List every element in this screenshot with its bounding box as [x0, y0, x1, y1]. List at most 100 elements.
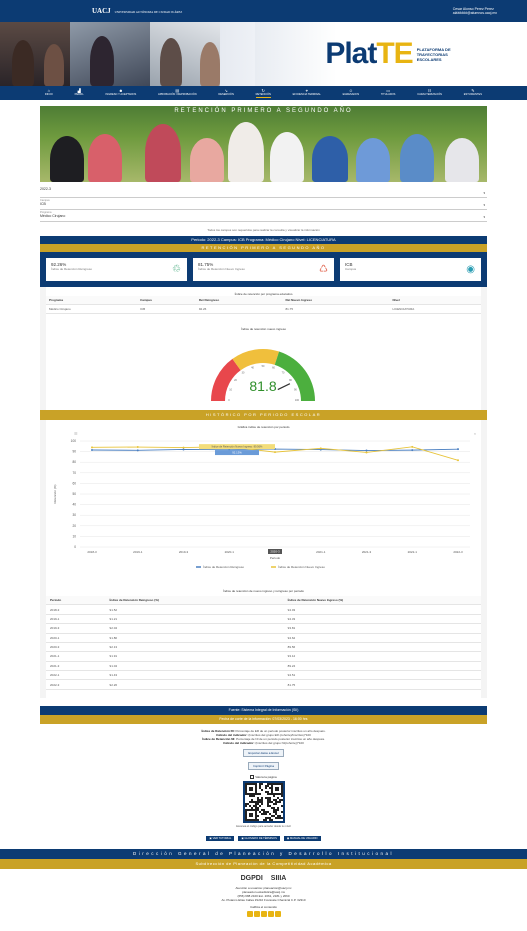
star-icon[interactable]: [274, 910, 281, 917]
qr-module: [266, 802, 269, 805]
star-icon[interactable]: [260, 910, 267, 917]
column-header[interactable]: Nivel: [389, 296, 481, 305]
star-icon[interactable]: [246, 910, 253, 917]
qr-code: [242, 780, 285, 823]
qr-module: [254, 790, 257, 793]
data-point[interactable]: [457, 459, 459, 462]
nav-item[interactable]: ☷ CARACTERIZACIÓN: [417, 89, 442, 97]
nav-item[interactable]: ⌂ INICIO: [45, 89, 53, 97]
data-point[interactable]: [411, 445, 414, 448]
user-info[interactable]: Cesar Alonso Perez Perez al######@alumno…: [453, 7, 497, 15]
qr-module: [254, 812, 257, 815]
legend-label[interactable]: Índice de Retención Nuevo Ingreso: [278, 565, 325, 569]
qr-module: [264, 810, 267, 813]
data-point[interactable]: [457, 448, 459, 451]
nav-item[interactable]: ▭ TITULADOS: [381, 89, 396, 97]
column-header[interactable]: Ret Nuevo Ingreso: [282, 296, 390, 305]
qr-module: [250, 814, 253, 817]
y-tick-label: 20: [72, 524, 76, 528]
legend-label[interactable]: Índice de Retención Reingreso: [203, 565, 244, 569]
nav-item[interactable]: ⌖ EFICIENCIA TERMINAL: [293, 89, 321, 97]
checkbox-icon[interactable]: [250, 774, 255, 779]
nav-item-label: TITULADOS: [380, 93, 396, 96]
data-point[interactable]: [365, 451, 368, 454]
qr-module: [276, 816, 279, 819]
data-point[interactable]: [136, 446, 139, 449]
nav-item[interactable]: ▤ APROBACIÓN / REPROBACIÓN: [158, 89, 197, 97]
gauge-tick-label: 80: [289, 379, 292, 382]
gauge-tick-label: 70: [282, 371, 285, 374]
data-point[interactable]: [411, 449, 414, 452]
qr-module: [256, 800, 259, 803]
qr-module: [266, 792, 269, 795]
qr-module: [248, 814, 251, 817]
column-header[interactable]: Programa: [46, 296, 138, 305]
qr-module: [246, 802, 249, 805]
chart-menu-icon[interactable]: ☰: [74, 431, 78, 436]
qr-module: [250, 792, 253, 795]
print-button[interactable]: Imprimir Página: [247, 761, 279, 770]
data-point[interactable]: [182, 446, 185, 449]
qr-module: [278, 782, 281, 785]
qr-module: [254, 788, 257, 791]
qr-module: [276, 800, 279, 803]
table-cell: 91.43: [105, 670, 284, 681]
qr-module: [268, 812, 271, 815]
qr-module: [250, 818, 253, 821]
top-bar: UACJ UNIVERSIDAD AUTÓNOMA DE CIUDAD JUÁRE…: [0, 0, 527, 22]
export-excel-button[interactable]: Exportar datos a Excel: [243, 748, 284, 757]
column-header[interactable]: Periodo: [46, 596, 106, 606]
data-point[interactable]: [91, 446, 93, 449]
help-link-button[interactable]: ▣ GLOSARIO DE TÉRMINOS: [238, 835, 280, 841]
rating-stars[interactable]: [0, 910, 527, 917]
program-table: Programa Campus Ret Reingreso Ret Nuevo Ing…: [46, 296, 481, 314]
star-icon[interactable]: [253, 910, 260, 917]
data-point[interactable]: [136, 449, 139, 452]
nav-item[interactable]: ↻ RETENCIÓN: [255, 88, 271, 98]
platte-logo[interactable]: PlatTE: [325, 37, 413, 71]
qr-module: [254, 810, 257, 813]
nav-item[interactable]: ☻ INGRESO Y ACEPTADOS: [105, 89, 136, 97]
column-header[interactable]: Campus: [137, 296, 196, 305]
chart-export-icon[interactable]: ◐: [474, 431, 476, 436]
column-header[interactable]: Índice de Retención Reingreso (%): [105, 596, 284, 606]
qr-module: [276, 792, 279, 795]
data-point[interactable]: [91, 449, 93, 452]
qr-caption: Escanea el código para acceder desde tu …: [236, 824, 291, 828]
table-cell: ICB: [137, 304, 196, 314]
nav-item[interactable]: ▟ PERFIL: [75, 89, 84, 97]
table-row: Médico Cirujano ICB 92.26 81.75 LICENCIATURA: [46, 304, 481, 314]
qr-module: [258, 810, 261, 813]
star-icon[interactable]: [267, 910, 274, 917]
qr-module: [258, 800, 261, 803]
column-header[interactable]: Índice de Retención Nuevo Ingreso (%): [283, 596, 481, 606]
kpi-card: ICB Campus ◉: [340, 258, 481, 281]
qr-module: [262, 808, 265, 811]
programa-select[interactable]: Programa Médico Cirujano ▾: [40, 210, 487, 222]
data-point[interactable]: [319, 447, 322, 450]
qr-module: [280, 804, 283, 807]
data-point[interactable]: [274, 451, 276, 454]
users-new-icon: ♺: [319, 264, 328, 275]
help-link-button[interactable]: ▣ VER TUTORIAL: [206, 835, 235, 841]
qr-module: [244, 802, 247, 805]
qr-module: [248, 804, 251, 807]
nav-item-label: INICIO: [44, 93, 53, 96]
data-point[interactable]: [182, 448, 185, 451]
nav-item[interactable]: ✎ ESTUDIANTES: [464, 89, 482, 97]
nav-item-label: EFICIENCIA TERMINAL: [292, 93, 321, 96]
periodo-select[interactable]: 2022-3 ▾: [40, 186, 487, 198]
table-cell: 2020-1: [46, 633, 106, 643]
qr-module: [278, 792, 281, 795]
x-tick-label: 2022-3: [453, 550, 463, 554]
uacj-logo[interactable]: UACJ UNIVERSIDAD AUTÓNOMA DE CIUDAD JUÁRE…: [92, 7, 182, 15]
data-point[interactable]: [365, 449, 368, 452]
qr-module: [274, 802, 277, 805]
nav-item[interactable]: ↘ DESERCIÓN: [218, 89, 233, 97]
column-header[interactable]: Ret Reingreso: [195, 296, 283, 305]
nav-item[interactable]: ☺ EGRESADOS: [343, 89, 359, 97]
qr-module: [244, 812, 247, 815]
help-link-button[interactable]: ▣ MANUAL DE USUARIO: [283, 835, 321, 841]
qr-module: [256, 808, 259, 811]
campus-select[interactable]: Campus ICB ▾: [40, 198, 487, 210]
